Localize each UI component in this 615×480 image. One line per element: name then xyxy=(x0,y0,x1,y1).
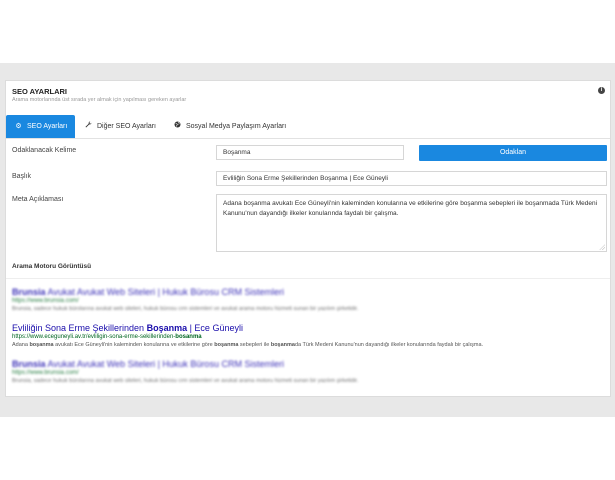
tab-seo-settings[interactable]: ⚙ SEO Ayarları xyxy=(6,115,76,138)
title-input[interactable]: Evliliğin Sona Erme Şekillerinden Boşanm… xyxy=(216,171,607,186)
result-title: Brunsia Avukat Avukat Web Siteleri | Huk… xyxy=(12,287,284,297)
title-label: Başlık xyxy=(12,173,32,180)
result-description: Adana boşanma avukatı Ece Güneyli'nin ka… xyxy=(12,342,484,348)
result-title: Evliliğin Sona Erme Şekillerinden Boşanm… xyxy=(12,323,243,333)
search-result-placeholder: Brunsia Avukat Avukat Web Siteleri | Huk… xyxy=(12,287,608,312)
result-url: https://www.brunsia.com/ xyxy=(12,370,79,376)
divider xyxy=(6,278,610,279)
tab-label: Diğer SEO Ayarları xyxy=(97,123,157,130)
resize-handle[interactable] xyxy=(599,244,605,250)
result-url: https://www.eceguneyli.av.tr/evliligin-s… xyxy=(12,334,202,340)
focus-keyword-input[interactable]: Boşanma xyxy=(216,145,404,160)
result-url: https://www.brunsia.com/ xyxy=(12,298,79,304)
tab-label: Sosyal Medya Paylaşım Ayarları xyxy=(186,123,287,130)
globe-icon xyxy=(173,115,182,138)
settings-tabs: ⚙ SEO Ayarları Diğer SEO Ayarları Sosyal … xyxy=(6,115,610,139)
tab-social-sharing-settings[interactable]: Sosyal Medya Paylaşım Ayarları xyxy=(173,115,286,138)
search-preview-title: Arama Motoru Görüntüsü xyxy=(12,263,92,270)
meta-description-textarea[interactable]: Adana boşanma avukatı Ece Güneyli'nin ka… xyxy=(216,194,607,252)
panel-title: SEO AYARLARI xyxy=(12,87,68,96)
gear-icon: ⚙ xyxy=(15,123,22,130)
wrench-icon xyxy=(84,115,93,138)
meta-description-label: Meta Açıklaması xyxy=(12,196,64,203)
search-result-placeholder: Brunsia Avukat Avukat Web Siteleri | Huk… xyxy=(12,359,608,384)
meta-description-text: Adana boşanma avukatı Ece Güneyli'nin ka… xyxy=(223,200,598,217)
seo-settings-panel: SEO AYARLARI Arama motorlarında üst sıra… xyxy=(5,80,611,397)
search-result-preview: Evliliğin Sona Erme Şekillerinden Boşanm… xyxy=(12,323,608,348)
tab-other-seo-settings[interactable]: Diğer SEO Ayarları xyxy=(84,115,156,138)
result-description: Brunsia, sadece hukuk bürolarına avukat … xyxy=(12,378,359,384)
focus-button[interactable]: Odaklan xyxy=(419,145,607,161)
tab-label: SEO Ayarları xyxy=(27,123,68,130)
info-icon[interactable]: i xyxy=(598,87,605,94)
result-description: Brunsia, sadece hukuk bürolarına avukat … xyxy=(12,306,359,312)
focus-keyword-label: Odaklanacak Kelime xyxy=(12,147,77,154)
panel-subtitle: Arama motorlarında üst sırada yer almak … xyxy=(12,97,187,103)
result-title: Brunsia Avukat Avukat Web Siteleri | Huk… xyxy=(12,359,284,369)
